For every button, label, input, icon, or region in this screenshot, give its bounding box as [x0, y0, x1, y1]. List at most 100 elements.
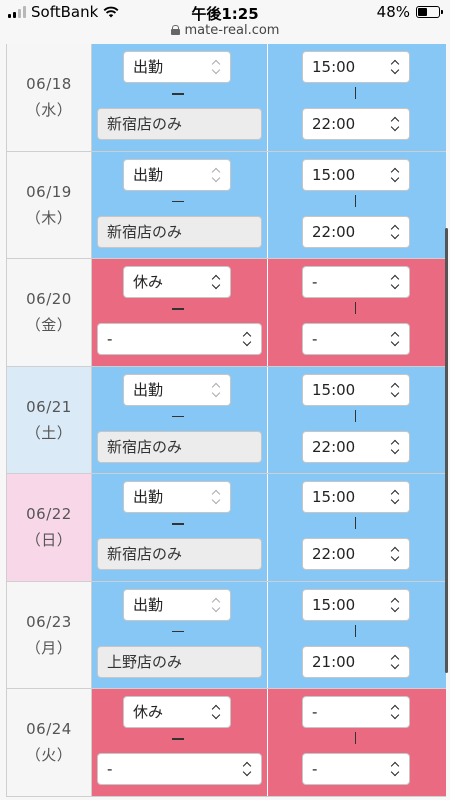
attendance-select[interactable]: 休み	[123, 266, 231, 298]
end-time-select[interactable]: 22:00	[302, 108, 410, 140]
chevron-updown-icon	[390, 598, 400, 612]
attendance-select[interactable]: 出勤	[123, 158, 231, 191]
date-label: 06/21	[26, 397, 72, 416]
weekday-label: （金）	[25, 316, 73, 335]
url-bar[interactable]: mate-real.com	[0, 20, 450, 40]
end-time-select[interactable]: 21:00	[302, 645, 410, 678]
store-value: 新宿店のみ	[107, 545, 183, 563]
chevron-updown-icon	[390, 490, 400, 504]
start-time-value: 15:00	[312, 380, 356, 399]
store-select: 上野店のみ	[97, 645, 262, 678]
battery-area: 48%	[376, 3, 443, 21]
attendance-select[interactable]: 出勤	[123, 481, 231, 513]
store-select[interactable]: -	[97, 753, 262, 785]
chevron-updown-icon	[390, 275, 400, 289]
end-time-select[interactable]: -	[302, 323, 410, 355]
start-time-value: 15:00	[312, 488, 356, 506]
start-time-select[interactable]: 15:00	[302, 51, 410, 83]
end-time-select[interactable]: 22:00	[302, 215, 410, 248]
end-time-select[interactable]: -	[302, 753, 410, 785]
time-cell: - -	[268, 259, 446, 366]
end-time-select[interactable]: 22:00	[302, 430, 410, 463]
attendance-value: 休み	[133, 703, 164, 721]
time-separator	[355, 517, 356, 529]
chevron-updown-icon	[242, 762, 252, 776]
store-value: 新宿店のみ	[107, 437, 183, 456]
store-value: 上野店のみ	[107, 652, 183, 671]
dash-separator	[172, 200, 184, 202]
time-cell: 15:00 22:00	[268, 151, 446, 258]
store-value: 新宿店のみ	[107, 222, 183, 241]
scrollbar[interactable]	[445, 228, 448, 673]
chevron-updown-icon	[211, 705, 221, 719]
end-time-value: 22:00	[312, 545, 356, 563]
time-cell: 15:00 22:00	[268, 44, 446, 151]
weekday-label: （土）	[25, 423, 73, 442]
time-separator	[355, 302, 356, 314]
weekday-label: （火）	[25, 746, 73, 765]
attendance-select[interactable]: 出勤	[123, 51, 231, 83]
store-select[interactable]: -	[97, 323, 262, 355]
battery-percent: 48%	[376, 3, 410, 21]
chevron-updown-icon	[390, 547, 400, 561]
store-value: 新宿店のみ	[107, 115, 183, 133]
dash-separator	[172, 738, 184, 740]
attendance-select[interactable]: 出勤	[123, 373, 231, 406]
time-cell: 15:00 21:00	[268, 581, 446, 688]
start-time-value: -	[312, 703, 318, 721]
end-time-value: 22:00	[312, 437, 356, 456]
store-value: -	[107, 760, 113, 778]
schedule-row: 06/24 （火） 休み - - -	[6, 689, 446, 797]
end-time-value: 22:00	[312, 115, 356, 133]
chevron-updown-icon	[211, 275, 221, 289]
schedule-row: 06/20 （金） 休み - - -	[6, 259, 446, 367]
chevron-updown-icon	[390, 225, 400, 239]
status-bar: SoftBank 午後1:25 48% mate-real.com	[0, 0, 450, 46]
dash-separator	[172, 308, 184, 310]
schedule-row: 06/21 （土） 出勤 新宿店のみ 15:00 22:00	[6, 366, 446, 474]
chevron-updown-icon	[211, 168, 221, 182]
date-label: 06/22	[26, 505, 72, 524]
store-select: 新宿店のみ	[97, 215, 262, 248]
time-separator	[355, 732, 356, 744]
attendance-value: 出勤	[133, 380, 164, 399]
start-time-select[interactable]: 15:00	[302, 158, 410, 191]
chevron-updown-icon	[390, 332, 400, 346]
end-time-select[interactable]: 22:00	[302, 538, 410, 570]
attendance-select[interactable]: 休み	[123, 696, 231, 728]
dash-separator	[172, 415, 184, 417]
attendance-value: 出勤	[133, 595, 164, 614]
date-label: 06/20	[26, 290, 72, 309]
start-time-select[interactable]: -	[302, 266, 410, 298]
weekday-label: （木）	[25, 208, 73, 227]
status-cell: 出勤 新宿店のみ	[92, 151, 268, 258]
dash-separator	[172, 630, 184, 632]
start-time-select[interactable]: 15:00	[302, 373, 410, 406]
date-cell: 06/24 （火）	[6, 689, 92, 796]
status-cell: 出勤 新宿店のみ	[92, 366, 268, 473]
start-time-select[interactable]: 15:00	[302, 588, 410, 621]
time-separator	[355, 409, 356, 422]
lock-icon	[170, 25, 180, 35]
store-select: 新宿店のみ	[97, 430, 262, 463]
start-time-select[interactable]: -	[302, 696, 410, 728]
attendance-value: 休み	[133, 273, 164, 291]
chevron-updown-icon	[390, 762, 400, 776]
attendance-value: 出勤	[133, 165, 164, 184]
date-label: 06/24	[26, 720, 72, 739]
battery-icon	[416, 6, 443, 18]
date-label: 06/23	[26, 612, 72, 631]
date-label: 06/19	[26, 182, 72, 201]
attendance-select[interactable]: 出勤	[123, 588, 231, 621]
date-label: 06/18	[26, 75, 72, 94]
start-time-select[interactable]: 15:00	[302, 481, 410, 513]
time-separator	[355, 624, 356, 637]
chevron-updown-icon	[211, 383, 221, 397]
date-cell: 06/18 （水）	[6, 44, 92, 151]
schedule-row: 06/22 （日） 出勤 新宿店のみ 15:00 22:00	[6, 474, 446, 582]
status-cell: 出勤 新宿店のみ	[92, 44, 268, 151]
store-select: 新宿店のみ	[97, 108, 262, 140]
time-cell: 15:00 22:00	[268, 474, 446, 581]
attendance-value: 出勤	[133, 488, 164, 506]
dash-separator	[172, 93, 184, 95]
